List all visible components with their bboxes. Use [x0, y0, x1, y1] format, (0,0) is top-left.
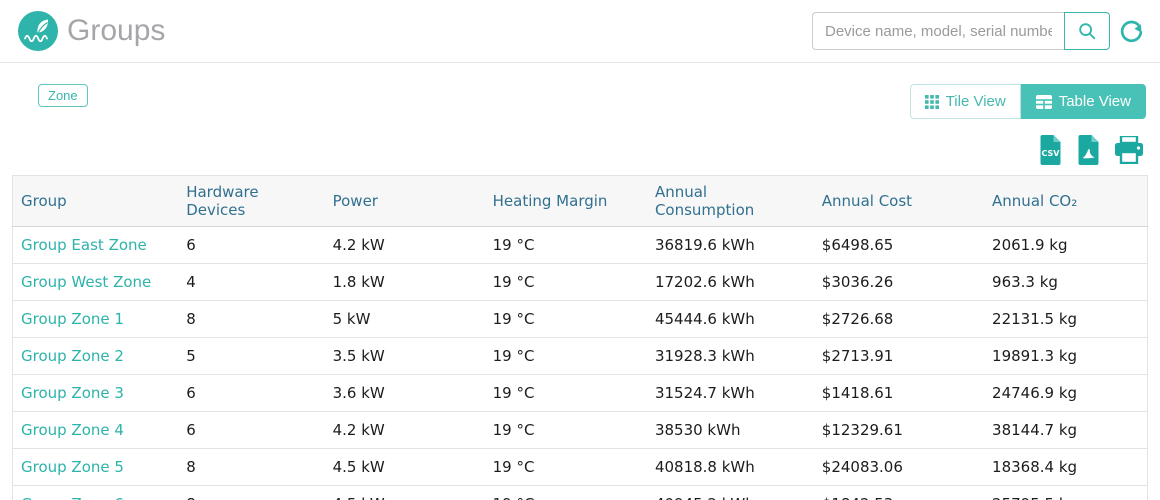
annual-co2-cell: 19891.3 kg: [984, 338, 1147, 375]
refresh-button[interactable]: [1119, 19, 1144, 44]
search-button[interactable]: [1064, 12, 1110, 50]
annual-consumption-cell: 45444.6 kWh: [647, 301, 814, 338]
group-link[interactable]: Group Zone 5: [21, 458, 124, 476]
hardware-devices-cell: 4: [178, 264, 324, 301]
toolbar: Zone Tile View: [0, 63, 1160, 119]
hardware-devices-cell: 5: [178, 338, 324, 375]
column-header-heating-margin: Heating Margin: [485, 176, 647, 227]
column-header-hardware-devices: Hardware Devices: [178, 176, 324, 227]
heating-margin-cell: 19 °C: [485, 301, 647, 338]
heating-margin-cell: 19 °C: [485, 227, 647, 264]
power-cell: 3.6 kW: [325, 375, 485, 412]
annual-cost-cell: $12329.61: [814, 412, 984, 449]
annual-co2-cell: 38144.7 kg: [984, 412, 1147, 449]
annual-cost-cell: $6498.65: [814, 227, 984, 264]
power-cell: 4.2 kW: [325, 227, 485, 264]
printer-icon: [1114, 136, 1144, 164]
annual-consumption-cell: 40818.8 kWh: [647, 449, 814, 486]
annual-co2-cell: 22131.5 kg: [984, 301, 1147, 338]
power-cell: 4.2 kW: [325, 412, 485, 449]
annual-co2-cell: 963.3 kg: [984, 264, 1147, 301]
view-toggle: Tile View Table View: [910, 84, 1146, 119]
hardware-devices-cell: 6: [178, 227, 324, 264]
tile-view-label: Tile View: [946, 93, 1006, 110]
heating-margin-cell: 19 °C: [485, 449, 647, 486]
power-cell: 3.5 kW: [325, 338, 485, 375]
group-link[interactable]: Group Zone 1: [21, 310, 124, 328]
annual-co2-cell: 18368.4 kg: [984, 449, 1147, 486]
annual-cost-cell: $1418.61: [814, 375, 984, 412]
group-link[interactable]: Group West Zone: [21, 273, 151, 291]
table-row: Group Zone 1 8 5 kW 19 °C 45444.6 kWh $2…: [13, 301, 1148, 338]
column-header-group: Group: [13, 176, 179, 227]
annual-cost-cell: $3036.26: [814, 264, 984, 301]
annual-consumption-cell: 38530 kWh: [647, 412, 814, 449]
annual-consumption-cell: 31524.7 kWh: [647, 375, 814, 412]
annual-co2-cell: 25795.5 kg: [984, 486, 1147, 500]
export-csv-button[interactable]: CSV: [1038, 135, 1063, 165]
annual-cost-cell: $2726.68: [814, 301, 984, 338]
heating-margin-cell: 19 °C: [485, 375, 647, 412]
column-header-annual-consumption: Annual Consumption: [647, 176, 814, 227]
power-cell: 4.5 kW: [325, 486, 485, 500]
search-group: [812, 12, 1144, 50]
annual-consumption-cell: 31928.3 kWh: [647, 338, 814, 375]
table-icon: [1036, 95, 1052, 109]
heating-margin-cell: 19 °C: [485, 412, 647, 449]
groups-table: Group Hardware Devices Power Heating Mar…: [12, 175, 1148, 500]
leaf-wave-logo-icon: [18, 11, 58, 51]
group-link[interactable]: Group Zone 2: [21, 347, 124, 365]
search-icon: [1077, 21, 1097, 41]
grid-icon: [925, 95, 939, 109]
group-link[interactable]: Group Zone 3: [21, 384, 124, 402]
group-link[interactable]: Group East Zone: [21, 236, 147, 254]
table-row: Group Zone 2 5 3.5 kW 19 °C 31928.3 kWh …: [13, 338, 1148, 375]
annual-consumption-cell: 17202.6 kWh: [647, 264, 814, 301]
table-row: Group Zone 3 6 3.6 kW 19 °C 31524.7 kWh …: [13, 375, 1148, 412]
hardware-devices-cell: 6: [178, 412, 324, 449]
column-header-power: Power: [325, 176, 485, 227]
group-link[interactable]: Group Zone 6: [21, 495, 124, 500]
power-cell: 1.8 kW: [325, 264, 485, 301]
annual-cost-cell: $1842.53: [814, 486, 984, 500]
power-cell: 5 kW: [325, 301, 485, 338]
annual-consumption-cell: 36819.6 kWh: [647, 227, 814, 264]
annual-cost-cell: $24083.06: [814, 449, 984, 486]
search-input[interactable]: [812, 12, 1064, 50]
table-row: Group East Zone 6 4.2 kW 19 °C 36819.6 k…: [13, 227, 1148, 264]
pdf-file-icon: [1076, 135, 1101, 165]
heating-margin-cell: 19 °C: [485, 338, 647, 375]
hardware-devices-cell: 6: [178, 375, 324, 412]
tile-view-button[interactable]: Tile View: [910, 84, 1021, 119]
power-cell: 4.5 kW: [325, 449, 485, 486]
table-view-label: Table View: [1059, 93, 1131, 110]
export-toolbar: CSV: [0, 119, 1160, 175]
heating-margin-cell: 19 °C: [485, 486, 647, 500]
table-row: Group Zone 5 8 4.5 kW 19 °C 40818.8 kWh …: [13, 449, 1148, 486]
annual-co2-cell: 24746.9 kg: [984, 375, 1147, 412]
export-pdf-button[interactable]: [1076, 135, 1101, 165]
hardware-devices-cell: 8: [178, 301, 324, 338]
zone-filter-chip[interactable]: Zone: [38, 84, 88, 107]
annual-cost-cell: $2713.91: [814, 338, 984, 375]
page-title: Groups: [67, 14, 165, 48]
table-view-button[interactable]: Table View: [1021, 84, 1146, 119]
top-bar: Groups: [0, 0, 1160, 63]
table-row: Group West Zone 4 1.8 kW 19 °C 17202.6 k…: [13, 264, 1148, 301]
hardware-devices-cell: 8: [178, 486, 324, 500]
column-header-annual-co2: Annual CO₂: [984, 176, 1147, 227]
hardware-devices-cell: 8: [178, 449, 324, 486]
refresh-icon: [1119, 19, 1144, 44]
print-button[interactable]: [1114, 136, 1144, 164]
heating-margin-cell: 19 °C: [485, 264, 647, 301]
column-header-annual-cost: Annual Cost: [814, 176, 984, 227]
svg-text:CSV: CSV: [1042, 149, 1061, 158]
table-row: Group Zone 6 8 4.5 kW 19 °C 40945.2 kWh …: [13, 486, 1148, 500]
table-row: Group Zone 4 6 4.2 kW 19 °C 38530 kWh $1…: [13, 412, 1148, 449]
group-link[interactable]: Group Zone 4: [21, 421, 124, 439]
annual-consumption-cell: 40945.2 kWh: [647, 486, 814, 500]
csv-file-icon: CSV: [1038, 135, 1063, 165]
annual-co2-cell: 2061.9 kg: [984, 227, 1147, 264]
table-header-row: Group Hardware Devices Power Heating Mar…: [13, 176, 1148, 227]
